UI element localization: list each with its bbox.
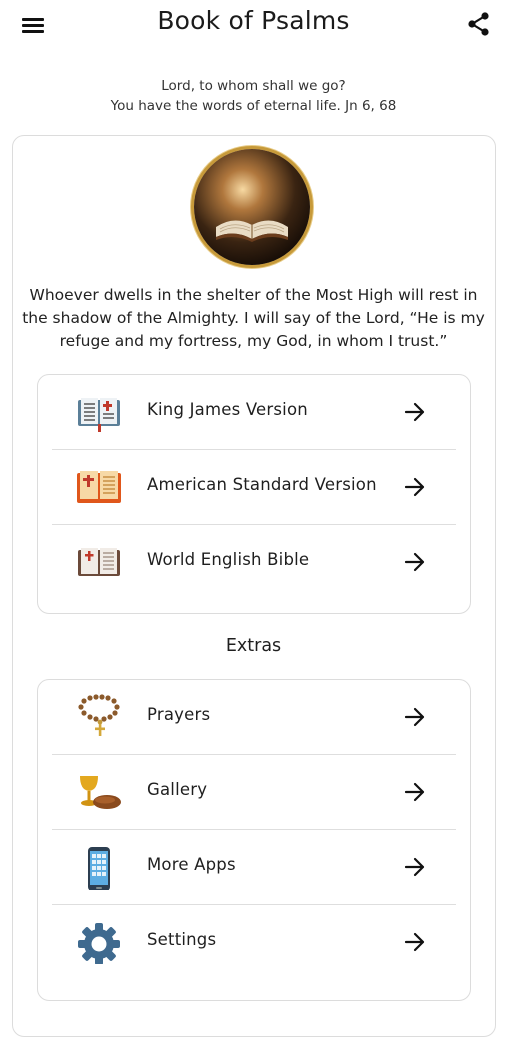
list-item-american-standard-version[interactable]: American Standard Version — [52, 450, 456, 525]
list-item-king-james-version[interactable]: King James Version — [52, 375, 456, 450]
arrow-right-icon — [404, 932, 425, 952]
list-item-label: World English Bible — [147, 550, 310, 569]
page-title: Book of Psalms — [157, 6, 350, 35]
list-item-prayers[interactable]: Prayers — [52, 680, 456, 755]
list-item-label: Settings — [147, 930, 217, 949]
bible-versions-card: King James Version American Standard Ver… — [37, 374, 471, 614]
open-bible-icon — [77, 471, 121, 503]
arrow-right-icon — [404, 857, 425, 877]
open-bible-image-icon — [216, 220, 288, 242]
closed-bible-icon — [78, 548, 120, 576]
bible-icon — [78, 398, 120, 432]
phone-icon — [88, 847, 110, 890]
list-item-gallery[interactable]: Gallery — [52, 755, 456, 830]
list-item-label: Gallery — [147, 780, 208, 799]
rosary-icon — [78, 694, 120, 736]
header-quote-line2: You have the words of eternal life. Jn 6… — [110, 98, 397, 114]
list-item-label: American Standard Version — [147, 475, 377, 494]
arrow-right-icon — [404, 782, 425, 802]
list-item-label: King James Version — [147, 400, 308, 419]
arrow-right-icon — [404, 402, 425, 422]
extras-section-title: Extras — [225, 636, 282, 656]
list-item-label: More Apps — [147, 855, 236, 874]
arrow-right-icon — [404, 552, 425, 572]
list-item-label: Prayers — [147, 705, 211, 724]
featured-verse: Whoever dwells in the shelter of the Mos… — [22, 286, 485, 350]
app-bar: Book of Psalms — [0, 0, 507, 50]
chalice-bread-icon — [80, 776, 121, 809]
share-icon — [468, 12, 489, 36]
arrow-right-icon — [404, 707, 425, 727]
header-quote-line1: Lord, to whom shall we go? — [161, 78, 346, 94]
arrow-right-icon — [404, 477, 425, 497]
extras-card: Prayers Gallery More Apps Settings — [37, 679, 471, 1001]
share-button[interactable] — [465, 10, 493, 38]
hero-bible-image — [194, 149, 310, 265]
list-item-world-english-bible[interactable]: World English Bible — [52, 525, 456, 599]
header-quote: Lord, to whom shall we go? You have the … — [0, 76, 507, 116]
list-item-settings[interactable]: Settings — [52, 905, 456, 979]
list-item-more-apps[interactable]: More Apps — [52, 830, 456, 905]
gear-icon — [78, 923, 120, 964]
